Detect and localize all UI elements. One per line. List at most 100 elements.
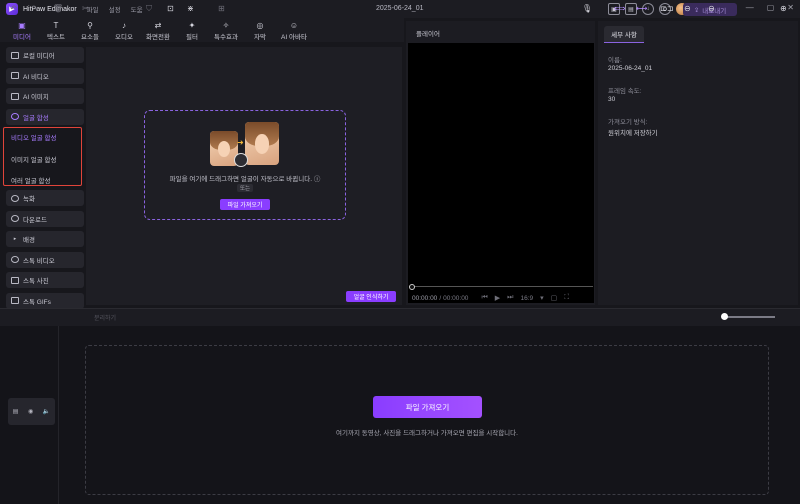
- player-title: 플레이어: [416, 31, 440, 38]
- zoom-slider-handle[interactable]: [721, 313, 728, 320]
- next-frame-icon[interactable]: ⏭: [507, 294, 513, 302]
- tab-effects[interactable]: ✧ 특수효과: [209, 20, 243, 42]
- chevron-down-icon[interactable]: ▾: [540, 294, 544, 302]
- minimize-icon[interactable]: —: [746, 3, 754, 12]
- sidebar-item-stock-video[interactable]: 스톡 비디오: [6, 251, 84, 268]
- ai-video-icon: [11, 72, 19, 79]
- sidebar-item-stock-gifs[interactable]: 스톡 GIFs: [6, 292, 84, 309]
- tab-label: 오디오: [115, 34, 133, 41]
- record-icon: [11, 194, 19, 202]
- zoom-in-icon[interactable]: ⊕: [780, 4, 787, 13]
- tab-elements[interactable]: ⚲ 요소들: [73, 20, 107, 42]
- info-icon[interactable]: ⓘ: [314, 176, 321, 183]
- track-visibility-icon[interactable]: ◉: [28, 408, 33, 415]
- sidebar-item-label: 얼굴 합성: [23, 114, 49, 122]
- sidebar-item-record[interactable]: 녹화: [6, 190, 84, 206]
- details-tab-indicator: [604, 42, 644, 43]
- track-lock-icon[interactable]: ▤: [13, 408, 19, 415]
- player-controls: 00:00:00 / 00:00:00 ⏮ ▶ ⏭ 16:9 ▾ ▢ ⛶: [412, 294, 592, 302]
- tab-ai-avatar[interactable]: ☺ AI 아바타: [277, 20, 311, 42]
- microphone-icon[interactable]: 🎙: [582, 4, 592, 13]
- sidebar-item-label: AI 비디오: [23, 73, 49, 81]
- main-toolbar: ▣ 미디어 T 텍스트 ⚲ 요소들 ♪ 오디오 ⇄ 화면전환 ✦ 필터 ✧ 특수…: [0, 18, 404, 42]
- tab-text[interactable]: T 텍스트: [39, 20, 73, 42]
- export-icon: ⇪: [693, 6, 700, 14]
- sidebar-item-background[interactable]: ▸ 배경: [6, 231, 84, 247]
- skin: [217, 140, 231, 157]
- subtitle-icon: ◎: [256, 21, 264, 30]
- face-detect-button[interactable]: 얼굴 인식하기: [346, 291, 396, 302]
- remove-split-icon[interactable]: ⋇: [187, 4, 194, 13]
- link-icon[interactable]: ⟷: [636, 4, 647, 13]
- photo-icon: [11, 276, 19, 284]
- zoom-slider-track[interactable]: [725, 316, 775, 318]
- tab-label: 요소들: [81, 34, 99, 41]
- close-icon[interactable]: ✕: [787, 3, 794, 12]
- aspect-ratio[interactable]: 16:9: [520, 295, 533, 302]
- or-label: 또는: [237, 184, 253, 192]
- maximize-icon[interactable]: ▢: [767, 3, 775, 12]
- sidebar-item-ai-image[interactable]: AI 이미지: [6, 88, 84, 104]
- timeline-toolbar: [0, 308, 800, 326]
- filter-icon: ✦: [188, 21, 196, 30]
- tab-label: AI 아바타: [281, 34, 307, 41]
- track-audio-icon[interactable]: 🔈: [43, 408, 50, 415]
- play-icon: [11, 256, 19, 263]
- menu-settings[interactable]: 설정: [109, 4, 121, 14]
- sidebar-item-face-swap[interactable]: 얼굴 합성: [6, 108, 84, 125]
- tab-subtitles[interactable]: ◎ 자막: [243, 20, 277, 42]
- delete-icon[interactable]: 🗑: [53, 4, 63, 13]
- player-progress-track[interactable]: [409, 286, 593, 287]
- sidebar-item-ai-video[interactable]: AI 비디오: [6, 67, 84, 84]
- tab-filters[interactable]: ✦ 필터: [175, 20, 209, 42]
- avatar-icon: ☺: [289, 21, 299, 30]
- tab-details[interactable]: 세부 사항: [604, 26, 644, 42]
- sidebar-item-stock-photo[interactable]: 스톡 사진: [6, 272, 84, 288]
- snap-icon[interactable]: ⟺: [614, 4, 625, 13]
- redo-icon[interactable]: ↷: [31, 4, 38, 13]
- sidebar-item-label: 다운로드: [23, 216, 47, 224]
- import-mode-label: 가져오기 방식:: [608, 119, 648, 126]
- project-title: 2025-06-24_01: [376, 5, 424, 12]
- timeline-dropzone[interactable]: [85, 345, 769, 495]
- player-progress-handle[interactable]: [409, 283, 415, 290]
- split-label[interactable]: 분리하기: [94, 313, 116, 322]
- submenu-image-face-swap[interactable]: 이미지 얼굴 합성: [11, 154, 56, 164]
- text-icon: T: [53, 21, 59, 30]
- submenu-video-face-swap[interactable]: 비디오 얼굴 합성: [11, 132, 56, 142]
- player-panel: 플레이어: [406, 21, 595, 305]
- details-panel: 세부 사항 이름: 2025-06-24_01 프레임 속도: 30 가져오기 …: [598, 21, 798, 305]
- elements-icon: ⚲: [87, 21, 93, 30]
- crop-icon[interactable]: ⊞: [218, 4, 225, 13]
- prev-frame-icon[interactable]: ⏮: [481, 294, 487, 302]
- transition-icon: ⇄: [154, 21, 162, 30]
- tab-label: 필터: [186, 34, 198, 41]
- fit-timeline-icon[interactable]: ⊖: [684, 4, 691, 13]
- text-frame-icon[interactable]: ⊡: [167, 4, 174, 13]
- menu-help[interactable]: 도움: [131, 4, 143, 14]
- current-time: 00:00:00: [412, 294, 438, 302]
- sidebar-item-local-media[interactable]: 로컬 미디어: [6, 47, 84, 63]
- sidebar-item-download[interactable]: 다운로드: [6, 210, 84, 227]
- sidebar-item-label: 스톡 GIFs: [23, 298, 51, 306]
- import-file-button[interactable]: 파일 가져오기: [220, 199, 270, 210]
- split-track-icon[interactable]: ⊏⊐: [660, 4, 673, 13]
- sidebar-item-label: 배경: [23, 237, 35, 244]
- timeline-import-button[interactable]: 파일 가져오기: [373, 396, 482, 418]
- tab-transitions[interactable]: ⇄ 화면전환: [141, 20, 175, 42]
- tab-label: 텍스트: [47, 34, 65, 41]
- undo-icon[interactable]: ↶: [10, 4, 17, 13]
- split-icon[interactable]: ✂: [82, 4, 89, 13]
- effects-icon: ✧: [222, 21, 230, 30]
- fullscreen-icon[interactable]: ⛶: [564, 294, 569, 302]
- snapshot-icon[interactable]: ▢: [551, 294, 558, 302]
- name-label: 이름:: [608, 57, 622, 64]
- tab-media[interactable]: ▣ 미디어: [5, 20, 39, 42]
- tab-label: 특수효과: [214, 34, 238, 41]
- submenu-multi-face-swap[interactable]: 여러 얼굴 합성: [11, 175, 51, 185]
- zoom-out-icon[interactable]: ⊖: [708, 4, 715, 13]
- tab-audio[interactable]: ♪ 오디오: [107, 20, 141, 42]
- play-icon[interactable]: ▶: [495, 294, 500, 302]
- marker-icon[interactable]: ⛉: [146, 4, 152, 14]
- folder-icon: [11, 51, 19, 59]
